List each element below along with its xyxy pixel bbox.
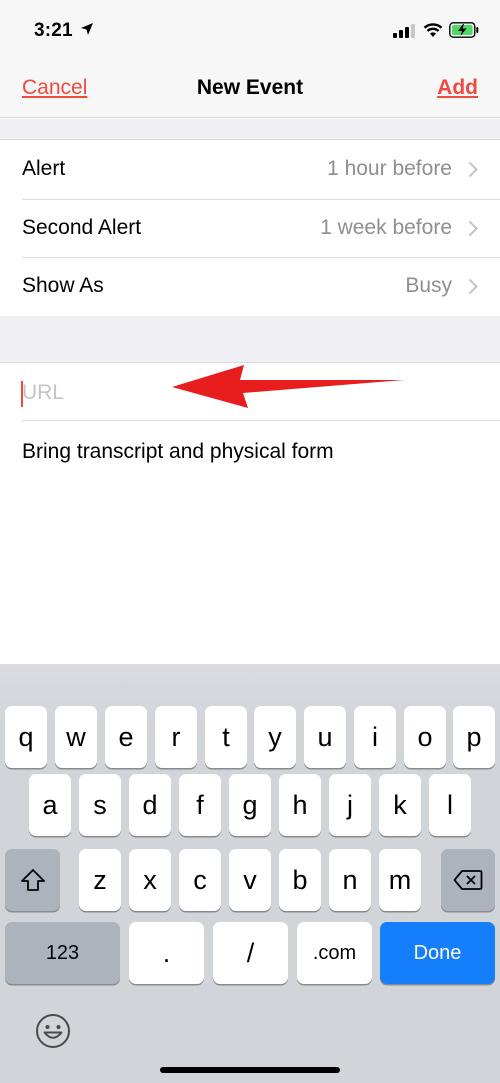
key-a[interactable]: a — [29, 774, 71, 836]
home-indicator — [160, 1067, 340, 1073]
section-separator — [0, 119, 500, 140]
wifi-icon — [423, 23, 443, 37]
done-button[interactable]: Done — [380, 922, 495, 984]
key-d[interactable]: d — [129, 774, 171, 836]
location-arrow-icon — [81, 23, 93, 35]
key-s[interactable]: s — [79, 774, 121, 836]
emoji-icon[interactable] — [34, 1012, 72, 1050]
page-title: New Event — [196, 76, 304, 99]
alert-row[interactable]: Alert 1 hour before — [0, 140, 500, 199]
slash-key[interactable]: / — [213, 922, 288, 984]
key-m[interactable]: m — [379, 849, 421, 911]
second-alert-row[interactable]: Second Alert 1 week before — [0, 198, 500, 258]
chevron-right-icon — [468, 220, 478, 236]
key-j[interactable]: j — [329, 774, 371, 836]
section-separator — [0, 316, 500, 362]
alert-value: 1 hour before — [327, 157, 452, 180]
cellular-signal-icon — [393, 24, 415, 38]
key-l[interactable]: l — [429, 774, 471, 836]
dotcom-key[interactable]: .com — [297, 922, 372, 984]
key-g[interactable]: g — [229, 774, 271, 836]
key-i[interactable]: i — [354, 706, 396, 768]
annotation-arrow-icon — [172, 365, 404, 408]
shift-arrow-icon — [20, 869, 45, 891]
alert-label: Alert — [22, 157, 66, 180]
shift-key[interactable] — [5, 849, 60, 911]
key-o[interactable]: o — [404, 706, 446, 768]
key-u[interactable]: u — [304, 706, 346, 768]
key-f[interactable]: f — [179, 774, 221, 836]
keyboard: q w e r t y u i o p a s d f g h j k l z … — [0, 664, 500, 1083]
show-as-label: Show As — [22, 274, 104, 297]
alert-settings-group: Alert 1 hour before Second Alert 1 week … — [0, 139, 500, 317]
show-as-value: Busy — [405, 274, 452, 297]
add-button[interactable]: Add — [437, 76, 478, 100]
period-key[interactable]: . — [129, 922, 204, 984]
key-t[interactable]: t — [205, 706, 247, 768]
key-z[interactable]: z — [79, 849, 121, 911]
show-as-row[interactable]: Show As Busy — [0, 257, 500, 316]
key-r[interactable]: r — [155, 706, 197, 768]
key-b[interactable]: b — [279, 849, 321, 911]
key-y[interactable]: y — [254, 706, 296, 768]
key-n[interactable]: n — [329, 849, 371, 911]
chevron-right-icon — [468, 161, 478, 178]
key-c[interactable]: c — [179, 849, 221, 911]
second-alert-label: Second Alert — [22, 215, 142, 239]
key-p[interactable]: p — [453, 706, 495, 768]
key-k[interactable]: k — [379, 774, 421, 836]
chevron-right-icon — [468, 278, 478, 295]
key-h[interactable]: h — [279, 774, 321, 836]
nav-bar: Cancel New Event Add — [0, 60, 500, 118]
second-alert-value: 1 week before — [320, 215, 452, 239]
backspace-key[interactable] — [441, 849, 495, 911]
text-cursor — [21, 381, 23, 407]
key-e[interactable]: e — [105, 706, 147, 768]
key-q[interactable]: q — [5, 706, 47, 768]
numbers-key[interactable]: 123 — [5, 922, 120, 984]
key-x[interactable]: x — [129, 849, 171, 911]
notes-text[interactable]: Bring transcript and physical form — [22, 440, 334, 464]
backspace-icon — [453, 870, 483, 890]
key-w[interactable]: w — [55, 706, 97, 768]
status-bar: 3:21 — [0, 0, 500, 60]
key-v[interactable]: v — [229, 849, 271, 911]
battery-charging-icon — [449, 22, 479, 38]
status-time: 3:21 — [34, 20, 73, 41]
